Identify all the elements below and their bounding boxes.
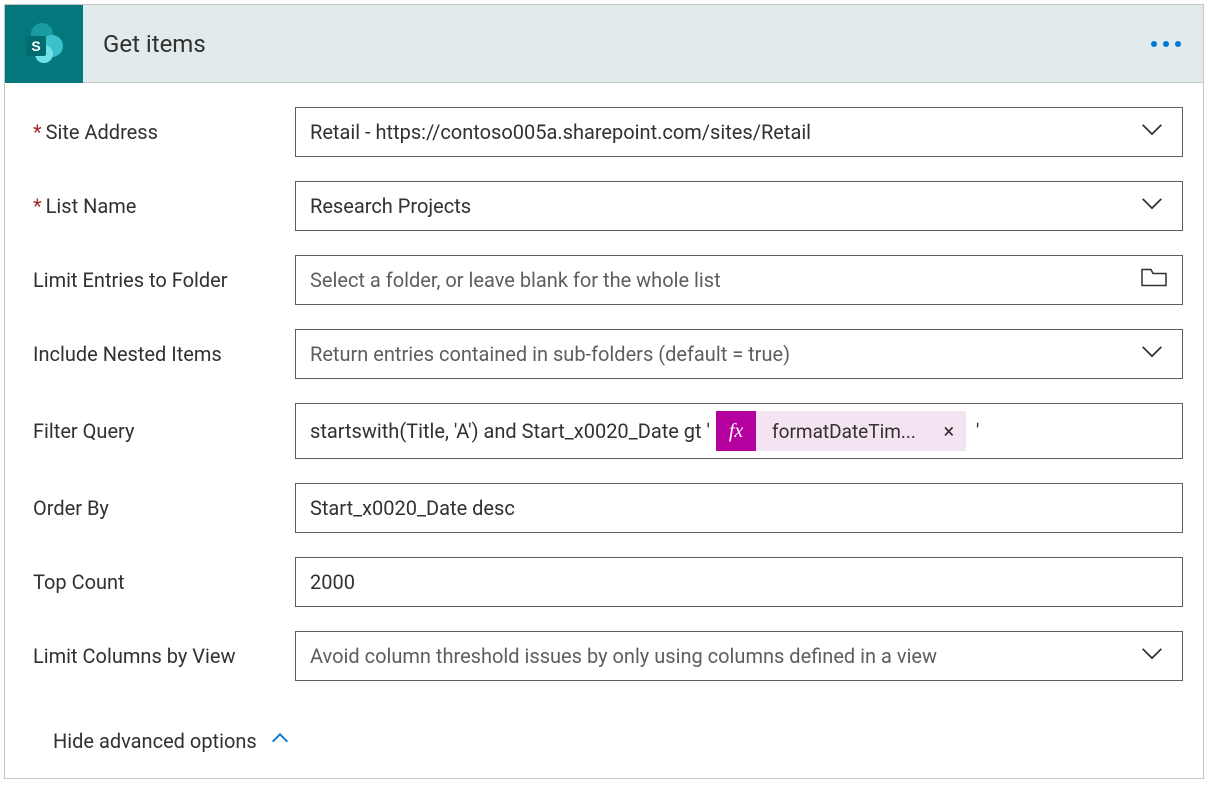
limit-columns-dropdown[interactable]: Avoid column threshold issues by only us… <box>295 631 1183 681</box>
row-order-by: Order By Start_x0020_Date desc <box>25 483 1183 533</box>
chevron-up-icon <box>269 727 291 754</box>
more-menu-button[interactable] <box>1151 41 1181 47</box>
svg-text:S: S <box>31 38 40 54</box>
limit-folder-input[interactable]: Select a folder, or leave blank for the … <box>295 255 1183 305</box>
chevron-down-icon <box>1138 116 1166 149</box>
top-count-input[interactable]: 2000 <box>295 557 1183 607</box>
row-filter-query: Filter Query startswith(Title, 'A') and … <box>25 403 1183 459</box>
label-list-name: *List Name <box>25 194 295 218</box>
label-filter-query: Filter Query <box>25 419 295 443</box>
sharepoint-icon: S <box>5 5 83 83</box>
chevron-down-icon <box>1138 338 1166 371</box>
chevron-down-icon <box>1138 640 1166 673</box>
remove-token-button[interactable]: × <box>932 411 966 451</box>
filter-query-input[interactable]: startswith(Title, 'A') and Start_x0020_D… <box>295 403 1183 459</box>
card-header[interactable]: S Get items <box>5 5 1203 83</box>
fx-icon: fx <box>716 411 756 451</box>
row-list-name: *List Name Research Projects <box>25 181 1183 231</box>
label-site-address: *Site Address <box>25 120 295 144</box>
row-limit-folder: Limit Entries to Folder Select a folder,… <box>25 255 1183 305</box>
expression-token-label: formatDateTim... <box>756 411 932 451</box>
row-top-count: Top Count 2000 <box>25 557 1183 607</box>
hide-advanced-toggle[interactable]: Hide advanced options <box>25 705 1183 754</box>
row-nested: Include Nested Items Return entries cont… <box>25 329 1183 379</box>
label-nested: Include Nested Items <box>25 342 295 366</box>
order-by-input[interactable]: Start_x0020_Date desc <box>295 483 1183 533</box>
folder-icon[interactable] <box>1140 266 1168 295</box>
card-title[interactable]: Get items <box>103 30 206 58</box>
expression-token[interactable]: fx formatDateTim... × <box>716 411 966 451</box>
row-limit-cols: Limit Columns by View Avoid column thres… <box>25 631 1183 681</box>
chevron-down-icon <box>1138 190 1166 223</box>
row-site-address: *Site Address Retail - https://contoso00… <box>25 107 1183 157</box>
list-name-dropdown[interactable]: Research Projects <box>295 181 1183 231</box>
label-order-by: Order By <box>25 496 295 520</box>
nested-items-dropdown[interactable]: Return entries contained in sub-folders … <box>295 329 1183 379</box>
site-address-dropdown[interactable]: Retail - https://contoso005a.sharepoint.… <box>295 107 1183 157</box>
label-limit-folder: Limit Entries to Folder <box>25 268 295 292</box>
card-body: *Site Address Retail - https://contoso00… <box>5 83 1203 778</box>
label-limit-cols: Limit Columns by View <box>25 644 295 668</box>
action-card: S Get items *Site Address Retail - https… <box>4 4 1204 779</box>
label-top-count: Top Count <box>25 570 295 594</box>
